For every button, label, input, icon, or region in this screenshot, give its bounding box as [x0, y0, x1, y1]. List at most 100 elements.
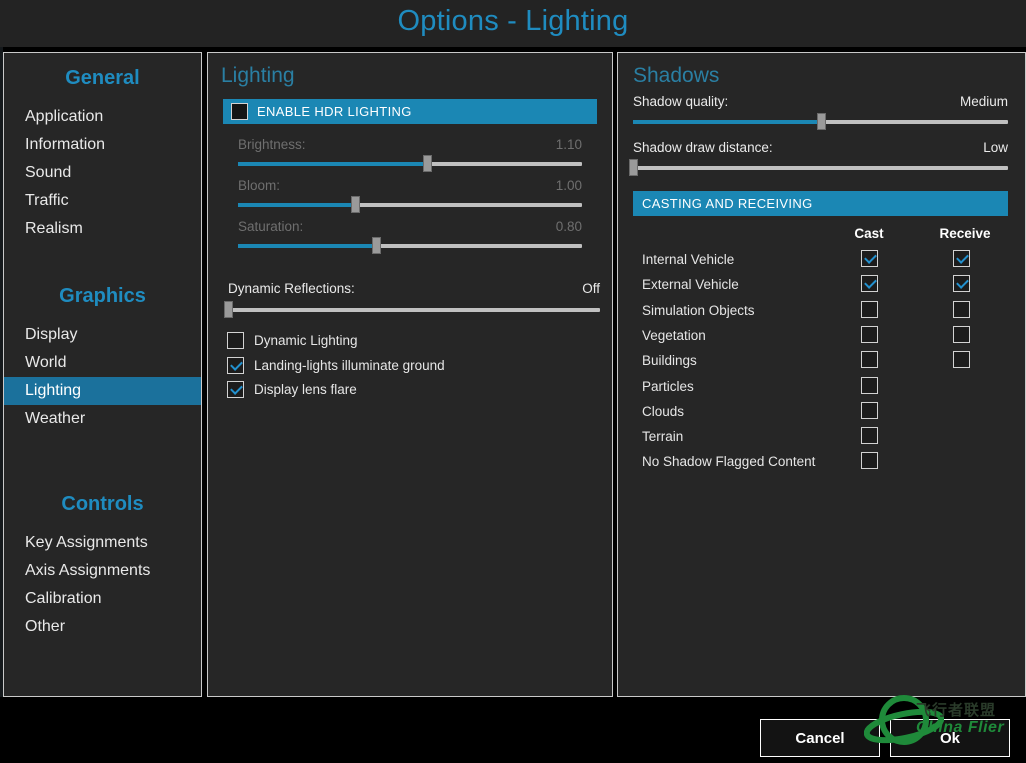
bloom-handle[interactable]: [350, 196, 360, 213]
shadow-draw-distance-value: Low: [983, 140, 1008, 155]
sidebar-item-world[interactable]: World: [4, 349, 201, 377]
brightness-handle[interactable]: [423, 155, 433, 172]
shadow-row-vegetation: Vegetation: [618, 325, 1025, 351]
vegetation-receive-checkbox[interactable]: [953, 325, 970, 343]
dynamic-lighting-label: Dynamic Lighting: [254, 333, 358, 348]
buildings-cast-checkbox[interactable]: [861, 351, 878, 369]
brightness-value: 1.10: [555, 137, 582, 152]
internal-vehicle-cast-checkbox[interactable]: [861, 250, 878, 267]
shadow-draw-distance-track[interactable]: [629, 159, 1008, 176]
shadow-row-label: Simulation Objects: [642, 302, 755, 318]
shadow-row-internal-vehicle: Internal Vehicle: [618, 250, 1025, 275]
external-vehicle-receive-checkbox[interactable]: [953, 275, 970, 293]
sidebar-item-weather[interactable]: Weather: [4, 405, 201, 433]
shadow-row-label: No Shadow Flagged Content: [642, 454, 816, 470]
bloom-label: Bloom:: [238, 178, 281, 193]
particles-cast-checkbox[interactable]: [861, 376, 878, 394]
sidebar-item-calibration[interactable]: Calibration: [4, 585, 201, 613]
sidebar-item-traffic[interactable]: Traffic: [4, 187, 201, 215]
shadow-row-label: Buildings: [642, 353, 697, 369]
dynamic-reflections-track[interactable]: [224, 301, 600, 318]
sidebar-item-label: Application: [25, 108, 104, 125]
sidebar-item-label: Realism: [25, 220, 83, 237]
clouds-cast-checkbox[interactable]: [861, 401, 878, 419]
watermark-english-text: China Flier: [916, 719, 1005, 736]
shadow-quality-handle[interactable]: [816, 113, 826, 130]
sidebar-item-label: World: [25, 354, 67, 371]
landing-lights-illuminate-ground-option[interactable]: Landing-lights illuminate ground: [227, 356, 445, 374]
sidebar-item-label: Weather: [25, 410, 86, 427]
column-header-cast: Cast: [854, 226, 884, 241]
shadow-quality-fill: [633, 120, 821, 124]
enable-hdr-lighting-checkbox[interactable]: [231, 103, 248, 120]
bloom-fill: [238, 203, 355, 207]
sidebar-item-other[interactable]: Other: [4, 613, 201, 641]
bloom-track[interactable]: [238, 196, 582, 213]
shadow-row-particles: Particles: [618, 376, 1025, 402]
sidebar-item-key-assignments[interactable]: Key Assignments: [4, 529, 201, 557]
shadow-quality-label: Shadow quality:: [633, 94, 729, 109]
shadows-panel-title: Shadows: [633, 64, 720, 87]
sidebar-item-label: Display: [25, 326, 78, 343]
simulation-objects-receive-checkbox[interactable]: [953, 300, 970, 318]
internal-vehicle-receive-checkbox[interactable]: [953, 250, 970, 267]
enable-hdr-lighting-label: ENABLE HDR LIGHTING: [257, 104, 412, 119]
shadow-quality-track[interactable]: [633, 113, 1008, 130]
sidebar-item-label: Information: [25, 136, 106, 153]
shadow-draw-distance-label: Shadow draw distance:: [633, 140, 773, 155]
shadow-row-terrain: Terrain: [618, 427, 1025, 452]
display-lens-flare-option[interactable]: Display lens flare: [227, 381, 357, 398]
dynamic-lighting-checkbox[interactable]: [227, 332, 244, 349]
sidebar-group-title-graphics: Graphics: [59, 285, 146, 307]
enable-hdr-lighting-bar[interactable]: ENABLE HDR LIGHTING: [223, 99, 597, 124]
casting-and-receiving-label: CASTING AND RECEIVING: [642, 196, 813, 211]
shadow-row-label: External Vehicle: [642, 277, 739, 293]
terrain-cast-checkbox[interactable]: [861, 427, 878, 445]
page-title: Options - Lighting: [397, 5, 629, 37]
casting-and-receiving-bar: CASTING AND RECEIVING: [633, 191, 1008, 216]
dynamic-reflections-label: Dynamic Reflections:: [228, 281, 355, 296]
sidebar-item-label: Lighting: [25, 382, 82, 399]
dynamic-lighting-option[interactable]: Dynamic Lighting: [227, 332, 358, 349]
sidebar-item-realism[interactable]: Realism: [4, 215, 201, 243]
external-vehicle-cast-checkbox[interactable]: [861, 275, 878, 293]
shadow-row-no-shadow-flagged-content: No Shadow Flagged Content: [618, 452, 1025, 477]
sidebar-item-label: Key Assignments: [25, 534, 148, 551]
landing-lights-illuminate-ground-checkbox[interactable]: [227, 356, 244, 374]
sidebar-item-label: Other: [25, 618, 66, 635]
saturation-fill: [238, 244, 376, 248]
sidebar-item-application[interactable]: Application: [4, 103, 201, 131]
sidebar-group-title-general: General: [65, 67, 140, 89]
shadows-panel: Shadows Shadow quality: Medium Shadow draw…: [617, 52, 1026, 697]
shadow-row-clouds: Clouds: [618, 401, 1025, 427]
display-lens-flare-label: Display lens flare: [254, 382, 357, 397]
shadow-row-label: Particles: [642, 378, 694, 394]
sidebar-item-sound[interactable]: Sound: [4, 159, 201, 187]
shadow-row-external-vehicle: External Vehicle: [618, 275, 1025, 300]
sidebar-item-display[interactable]: Display: [4, 321, 201, 349]
sidebar-item-lighting[interactable]: Lighting: [4, 377, 201, 405]
simulation-objects-cast-checkbox[interactable]: [861, 300, 878, 318]
shadow-row-buildings: Buildings: [618, 351, 1025, 376]
saturation-handle[interactable]: [371, 237, 381, 254]
lighting-panel: Lighting ENABLE HDR LIGHTING Brightness:…: [207, 52, 613, 697]
sidebar-item-label: Axis Assignments: [25, 562, 151, 579]
display-lens-flare-checkbox[interactable]: [227, 381, 244, 398]
saturation-label: Saturation:: [238, 219, 304, 234]
sidebar-item-information[interactable]: Information: [4, 131, 201, 159]
cancel-button[interactable]: Cancel: [760, 719, 880, 757]
shadow-draw-distance-handle[interactable]: [629, 159, 638, 176]
saturation-track[interactable]: [238, 237, 582, 254]
vegetation-cast-checkbox[interactable]: [861, 325, 878, 343]
sidebar-item-axis-assignments[interactable]: Axis Assignments: [4, 557, 201, 585]
no-shadow-flagged-content-cast-checkbox[interactable]: [861, 452, 878, 470]
brightness-track[interactable]: [238, 155, 582, 172]
bloom-value: 1.00: [555, 178, 582, 193]
shadow-row-label: Clouds: [642, 403, 685, 419]
column-header-receive: Receive: [939, 226, 991, 241]
lighting-panel-title: Lighting: [221, 64, 295, 87]
dynamic-reflections-handle[interactable]: [224, 301, 233, 318]
title-bar: Options - Lighting: [0, 0, 1026, 47]
buildings-receive-checkbox[interactable]: [953, 351, 970, 369]
options-window: Options - Lighting General Application Inf…: [0, 0, 1026, 763]
